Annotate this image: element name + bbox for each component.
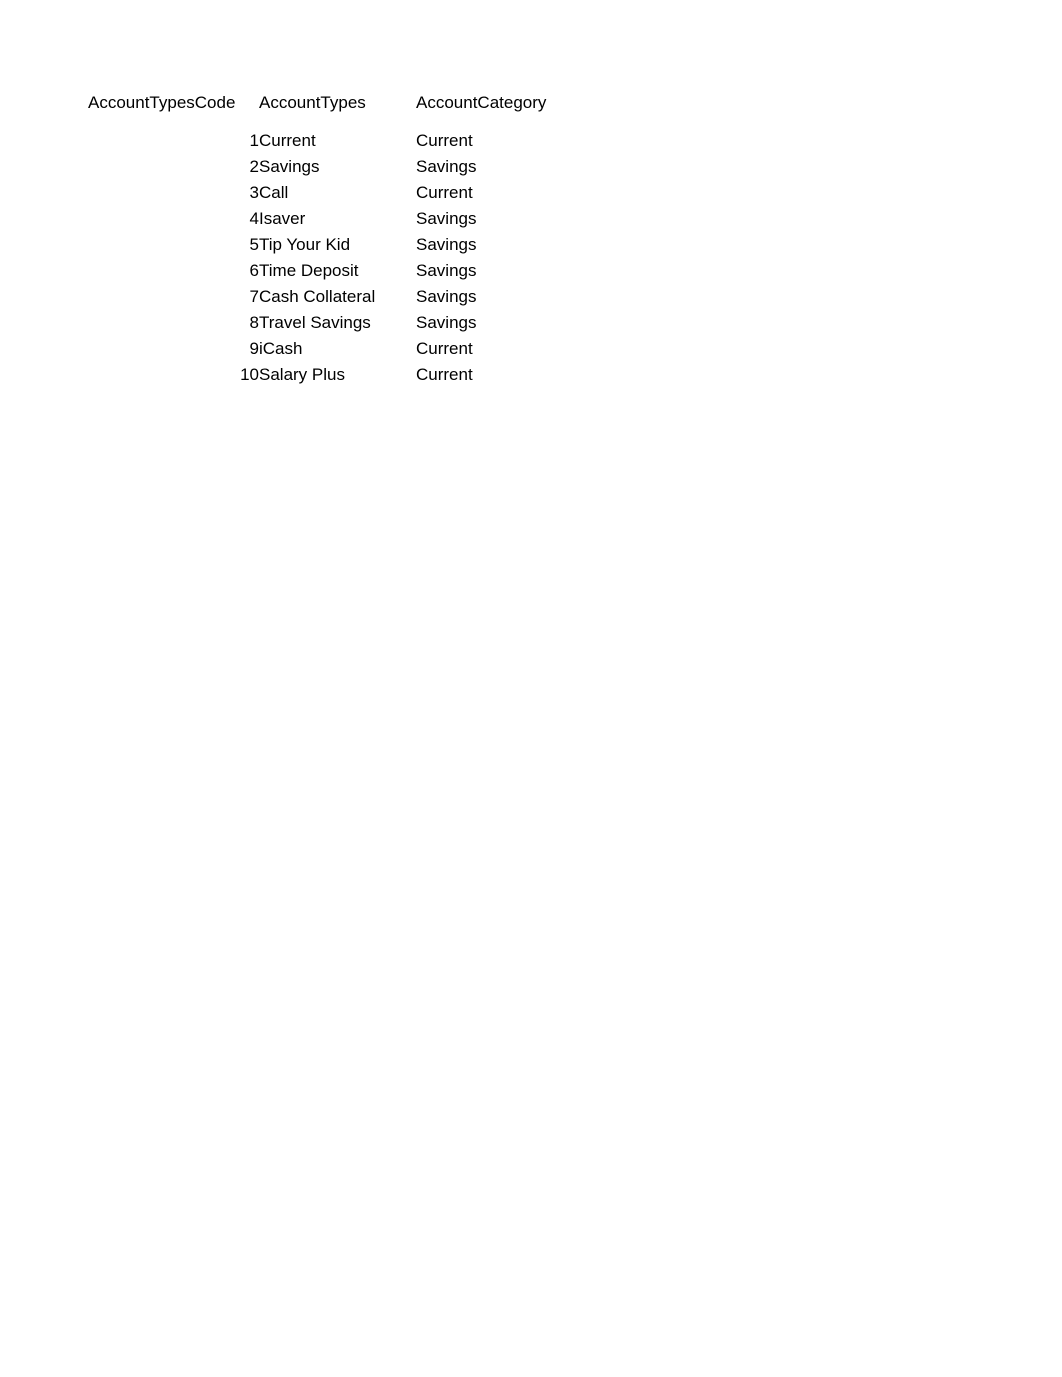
cell-account-category[interactable]: Current (416, 128, 576, 154)
table-row[interactable]: 3 Call Current (88, 180, 576, 206)
cell-account-types[interactable]: Call (259, 180, 416, 206)
cell-account-types[interactable]: Isaver (259, 206, 416, 232)
column-header-account-types-code[interactable]: AccountTypesCode (88, 90, 259, 128)
table-row[interactable]: 9 iCash Current (88, 336, 576, 362)
cell-account-types-code[interactable]: 9 (88, 336, 259, 362)
cell-account-types-code[interactable]: 2 (88, 154, 259, 180)
cell-account-category[interactable]: Savings (416, 258, 576, 284)
cell-account-category[interactable]: Savings (416, 232, 576, 258)
cell-account-types[interactable]: Salary Plus (259, 362, 416, 388)
cell-account-types[interactable]: Cash Collateral (259, 284, 416, 310)
cell-account-types[interactable]: Savings (259, 154, 416, 180)
table-row[interactable]: 10 Salary Plus Current (88, 362, 576, 388)
column-header-account-types[interactable]: AccountTypes (259, 90, 416, 128)
table-row[interactable]: 4 Isaver Savings (88, 206, 576, 232)
cell-account-types[interactable]: Time Deposit (259, 258, 416, 284)
table-row[interactable]: 8 Travel Savings Savings (88, 310, 576, 336)
cell-account-types-code[interactable]: 5 (88, 232, 259, 258)
cell-account-category[interactable]: Savings (416, 206, 576, 232)
cell-account-types[interactable]: iCash (259, 336, 416, 362)
cell-account-types-code[interactable]: 7 (88, 284, 259, 310)
cell-account-category[interactable]: Savings (416, 154, 576, 180)
table-row[interactable]: 7 Cash Collateral Savings (88, 284, 576, 310)
cell-account-types-code[interactable]: 6 (88, 258, 259, 284)
table-row[interactable]: 1 Current Current (88, 128, 576, 154)
cell-account-category[interactable]: Current (416, 180, 576, 206)
table-header-row: AccountTypesCode AccountTypes AccountCat… (88, 90, 576, 128)
cell-account-types[interactable]: Tip Your Kid (259, 232, 416, 258)
cell-account-types[interactable]: Current (259, 128, 416, 154)
column-header-account-category[interactable]: AccountCategory (416, 90, 576, 128)
cell-account-category[interactable]: Savings (416, 284, 576, 310)
cell-account-types-code[interactable]: 10 (88, 362, 259, 388)
cell-account-types-code[interactable]: 3 (88, 180, 259, 206)
account-types-table: AccountTypesCode AccountTypes AccountCat… (88, 90, 576, 388)
cell-account-category[interactable]: Current (416, 362, 576, 388)
spreadsheet-canvas: AccountTypesCode AccountTypes AccountCat… (0, 0, 1062, 1377)
cell-account-types-code[interactable]: 8 (88, 310, 259, 336)
cell-account-types-code[interactable]: 4 (88, 206, 259, 232)
cell-account-category[interactable]: Current (416, 336, 576, 362)
table-row[interactable]: 6 Time Deposit Savings (88, 258, 576, 284)
table-row[interactable]: 5 Tip Your Kid Savings (88, 232, 576, 258)
cell-account-category[interactable]: Savings (416, 310, 576, 336)
table-body: 1 Current Current 2 Savings Savings 3 Ca… (88, 128, 576, 388)
cell-account-types-code[interactable]: 1 (88, 128, 259, 154)
cell-account-types[interactable]: Travel Savings (259, 310, 416, 336)
table-row[interactable]: 2 Savings Savings (88, 154, 576, 180)
